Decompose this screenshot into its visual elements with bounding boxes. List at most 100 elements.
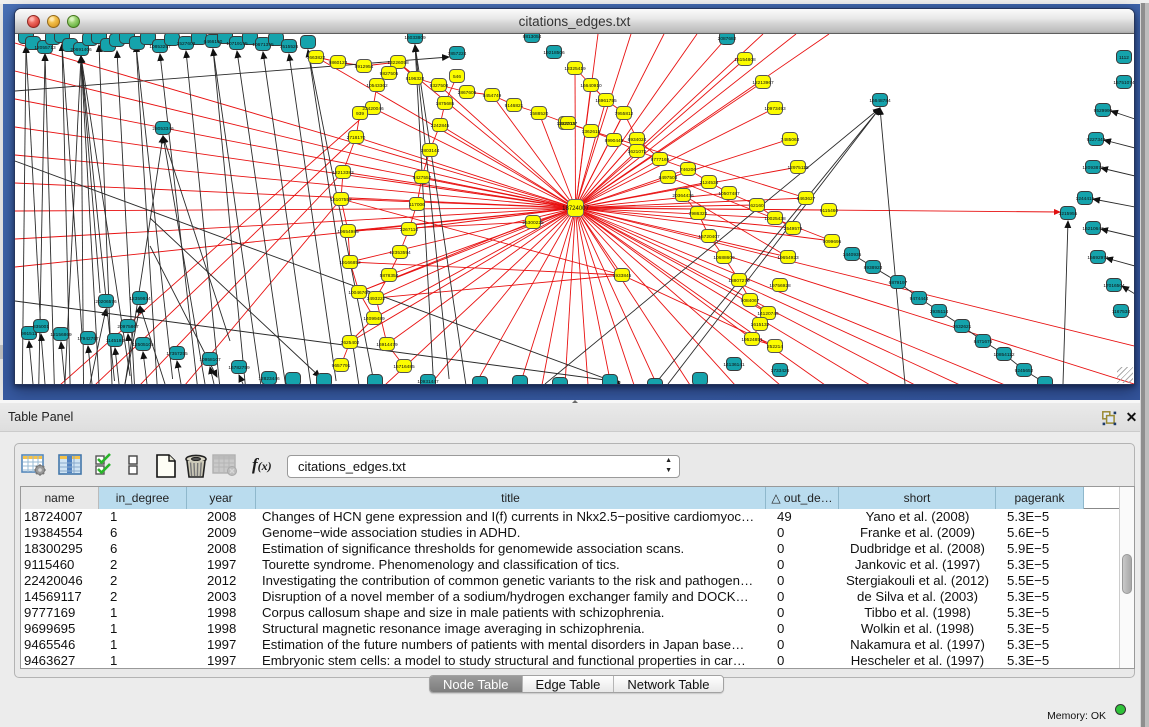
svg-text:17942757: 17942757 — [77, 336, 99, 342]
svg-text:3267110: 3267110 — [400, 227, 419, 233]
svg-text:9777169: 9777169 — [651, 157, 670, 163]
svg-text:8196328: 8196328 — [406, 76, 425, 82]
svg-text:2935114: 2935114 — [930, 309, 949, 315]
svg-text:10973493: 10973493 — [764, 106, 786, 112]
svg-text:12055713: 12055713 — [34, 45, 56, 51]
svg-text:3215955: 3215955 — [1059, 211, 1078, 217]
svg-text:9427552: 9427552 — [413, 175, 432, 181]
svg-text:19756928: 19756928 — [769, 283, 791, 289]
svg-text:62160: 62160 — [750, 203, 764, 209]
svg-text:1112: 1112 — [1119, 55, 1129, 61]
svg-text:10958107: 10958107 — [199, 357, 221, 363]
svg-text:6879197: 6879197 — [889, 280, 908, 286]
svg-text:1621072: 1621072 — [628, 149, 647, 155]
svg-text:7955812: 7955812 — [615, 111, 634, 117]
svg-text:8912954: 8912954 — [355, 64, 374, 70]
svg-text:12505105: 12505105 — [132, 342, 154, 348]
svg-text:20364436: 20364436 — [672, 193, 694, 199]
svg-text:19524851: 19524851 — [741, 337, 763, 343]
svg-text:1167534: 1167534 — [1112, 309, 1131, 315]
svg-text:835001: 835001 — [33, 324, 49, 330]
svg-text:9084067: 9084067 — [741, 298, 760, 304]
svg-text:1615132: 1615132 — [751, 322, 770, 328]
svg-text:10671355: 10671355 — [252, 42, 274, 48]
svg-text:9657791: 9657791 — [332, 363, 351, 369]
svg-text:16033809: 16033809 — [404, 35, 426, 41]
svg-text:10719155: 10719155 — [226, 41, 248, 47]
svg-text:23420046: 23420046 — [362, 106, 384, 112]
svg-text:2867608: 2867608 — [458, 90, 477, 96]
svg-text:10507487: 10507487 — [718, 191, 740, 197]
svg-text:18724007: 18724007 — [562, 206, 589, 212]
svg-text:2803144: 2803144 — [421, 148, 440, 154]
svg-text:10853257: 10853257 — [149, 44, 171, 50]
svg-text:17016504: 17016504 — [1103, 283, 1125, 289]
svg-text:2087682: 2087682 — [718, 36, 737, 42]
svg-text:1527602: 1527602 — [177, 41, 196, 47]
svg-text:20975867: 20975867 — [117, 324, 139, 330]
svg-text:991511: 991511 — [21, 331, 37, 337]
svg-text:10854112: 10854112 — [994, 352, 1015, 358]
svg-text:15751074: 15751074 — [1113, 80, 1134, 86]
svg-text:15720407: 15720407 — [698, 234, 720, 240]
svg-text:2242845: 2242845 — [431, 123, 450, 129]
svg-text:7515526: 7515526 — [280, 44, 299, 50]
svg-text:12975115: 12975115 — [788, 165, 809, 171]
svg-text:7857224: 7857224 — [448, 51, 467, 57]
svg-text:17357255: 17357255 — [166, 351, 188, 357]
svg-text:9227343: 9227343 — [1087, 137, 1106, 143]
svg-text:2549578: 2549578 — [784, 226, 803, 232]
svg-text:10025438: 10025438 — [764, 216, 786, 222]
svg-text:1933845: 1933845 — [613, 273, 632, 279]
svg-text:12213383: 12213383 — [332, 170, 354, 176]
svg-text:1822037: 1822037 — [559, 121, 578, 127]
svg-text:1440935: 1440935 — [843, 252, 862, 258]
svg-text:7663822: 7663822 — [307, 55, 326, 61]
svg-text:3124534: 3124534 — [700, 180, 719, 186]
svg-text:15692971: 15692971 — [1087, 255, 1109, 261]
svg-text:14136141: 14136141 — [723, 362, 745, 368]
svg-text:16961755: 16961755 — [595, 98, 617, 104]
svg-text:546: 546 — [453, 74, 461, 80]
svg-text:10543362: 10543362 — [366, 83, 388, 89]
svg-text:12359934: 12359934 — [129, 296, 151, 302]
svg-text:19654923: 19654923 — [777, 255, 799, 261]
svg-text:14120746: 14120746 — [757, 311, 779, 317]
svg-text:7625402: 7625402 — [341, 340, 360, 346]
svg-text:12093872: 12093872 — [1082, 165, 1104, 171]
svg-text:18807279: 18807279 — [728, 278, 750, 284]
svg-text:9245652: 9245652 — [1015, 368, 1034, 374]
svg-text:16914479: 16914479 — [376, 342, 398, 348]
svg-text:12213967: 12213967 — [752, 80, 774, 86]
svg-text:20206576: 20206576 — [95, 299, 117, 305]
svg-text:9115460: 9115460 — [820, 208, 839, 214]
svg-text:1875685: 1875685 — [436, 101, 455, 107]
svg-text:28053346: 28053346 — [152, 126, 174, 132]
svg-text:19166852: 19166852 — [339, 260, 361, 266]
svg-text:2718170: 2718170 — [347, 135, 366, 141]
svg-text:9146821: 9146821 — [505, 103, 524, 109]
svg-text:8813054: 8813054 — [523, 34, 542, 40]
svg-text:16640910: 16640910 — [580, 83, 602, 89]
svg-text:10046766: 10046766 — [348, 290, 370, 296]
svg-text:12823446: 12823446 — [258, 376, 280, 382]
svg-text:19218506: 19218506 — [543, 50, 565, 56]
svg-text:7632621: 7632621 — [953, 324, 972, 330]
svg-text:117006: 117006 — [409, 202, 425, 208]
svg-text:9474444: 9474444 — [910, 296, 929, 302]
svg-text:6099695: 6099695 — [823, 239, 842, 245]
svg-text:746206: 746206 — [680, 167, 696, 173]
svg-text:16210643: 16210643 — [1082, 226, 1104, 232]
svg-text:1588520: 1588520 — [530, 111, 549, 117]
svg-text:252214: 252214 — [767, 344, 783, 350]
svg-text:6497503: 6497503 — [659, 175, 678, 181]
svg-text:6466160: 6466160 — [204, 39, 223, 45]
svg-text:1362615: 1362615 — [582, 129, 601, 135]
svg-text:19654985: 19654985 — [337, 229, 359, 235]
svg-text:12156869: 12156869 — [50, 332, 72, 338]
svg-text:13226058: 13226058 — [387, 60, 409, 66]
svg-text:5878354: 5878354 — [380, 273, 399, 279]
svg-text:3493222: 3493222 — [367, 296, 386, 302]
svg-text:12353594: 12353594 — [389, 250, 411, 256]
svg-text:1244415: 1244415 — [1076, 196, 1095, 202]
